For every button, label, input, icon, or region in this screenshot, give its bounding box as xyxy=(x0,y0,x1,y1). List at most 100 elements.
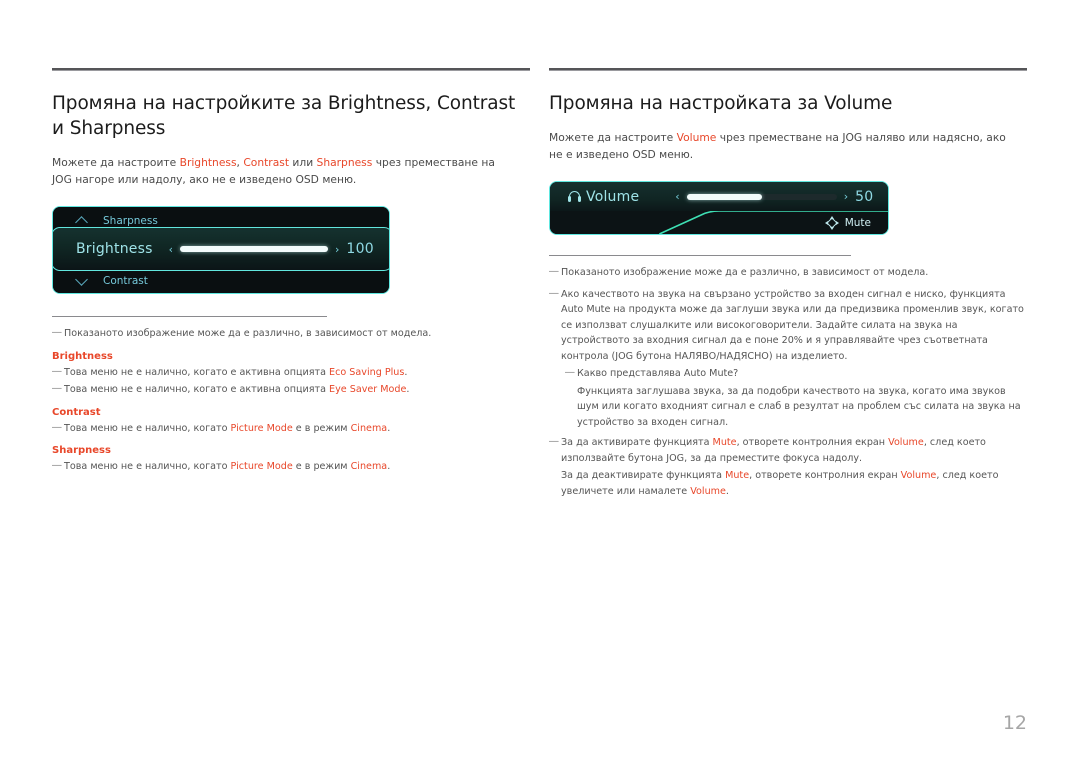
note-dash-icon: ― xyxy=(549,436,559,447)
osd-row-volume[interactable]: Volume ‹ › 50 xyxy=(550,182,888,211)
note-text-post: . xyxy=(406,384,410,395)
chevron-down-icon xyxy=(75,274,89,288)
volume-slider[interactable]: ‹ › 50 xyxy=(675,189,873,205)
note-text-pre: Това меню не е налично, когато xyxy=(64,422,231,434)
note-text-g: . xyxy=(725,485,729,497)
note-text-post: . xyxy=(387,422,391,434)
right-note-1-text: Показаното изображение може да е различн… xyxy=(561,267,929,278)
right-page-title: Промяна на настройката за Volume xyxy=(549,93,893,114)
osd-brightness-widget: Sharpness Contrast Brightness ‹ › 100 xyxy=(52,206,390,294)
volume-slider-track[interactable] xyxy=(686,193,837,200)
slider-right-arrow-icon[interactable]: › xyxy=(335,244,339,255)
keyword-eco-saving-plus: Eco Saving Plus xyxy=(329,366,405,378)
note-text-pre: Това меню не е налично, когато е активна… xyxy=(64,384,330,395)
osd-row-brightness-label: Brightness xyxy=(76,241,153,257)
page-number: 12 xyxy=(1002,712,1027,734)
note-dash-icon: ― xyxy=(52,383,62,394)
left-column: Промяна на настройките за Brightness, Co… xyxy=(52,68,530,477)
note-dash-icon: ― xyxy=(52,460,62,471)
keyword-mute: Mute xyxy=(712,437,737,448)
slider-right-arrow-icon[interactable]: › xyxy=(844,191,848,202)
left-notes-divider xyxy=(52,316,327,317)
note-dash-icon: ― xyxy=(549,287,559,299)
brightness-slider-fill xyxy=(179,246,328,252)
note-text-post: . xyxy=(387,461,391,472)
note-text-b: , отворете контролния екран xyxy=(736,437,889,448)
note-text-pre: Това меню не е налично, когато xyxy=(64,461,231,472)
keyword-eye-saver-mode: Eye Saver Mode xyxy=(329,384,407,395)
keyword-contrast: Contrast xyxy=(243,156,290,169)
brightness-slider[interactable]: ‹ › 100 xyxy=(169,241,374,257)
right-note-2-sub-body-text: Функцията заглушава звука, за да подобри… xyxy=(577,385,1021,428)
left-note-section-title-contrast: Contrast xyxy=(52,406,101,418)
left-note-general: ― Показаното изображение може да е разли… xyxy=(52,326,530,342)
slider-left-arrow-icon[interactable]: ‹ xyxy=(675,191,679,202)
brightness-slider-track[interactable] xyxy=(179,246,328,252)
left-note-brightness-2: ― Това меню не е налично, когато е актив… xyxy=(52,382,530,398)
osd-volume-widget: Volume ‹ › 50 Mute xyxy=(549,181,889,235)
right-note-3: ― За да активирате функцията Mute, отвор… xyxy=(549,435,1027,466)
chevron-up-icon xyxy=(75,214,89,228)
note-dash-icon: ― xyxy=(52,327,62,338)
right-note-1: ― Показаното изображение може да е разли… xyxy=(549,265,1027,281)
note-text-pre: Това меню не е налично, когато е активна… xyxy=(64,366,330,378)
note-text-a: За да активирате функцията xyxy=(561,437,713,448)
note-text-post: . xyxy=(404,366,408,378)
right-note-2: ― Ако качеството на звука на свързано ус… xyxy=(549,287,1027,365)
right-intro-paragraph: Можете да настроите Volume чрез преместв… xyxy=(549,129,1009,163)
osd-row-contrast[interactable]: Contrast xyxy=(53,267,389,293)
volume-slider-fill xyxy=(686,193,762,200)
left-page-title: Промяна на настройките за Brightness, Co… xyxy=(52,93,516,139)
osd-row-contrast-label: Contrast xyxy=(103,275,148,287)
right-note-2-sub-text: Какво представлява Auto Mute? xyxy=(577,368,739,379)
right-note-4: За да деактивирате функцията Mute, отвор… xyxy=(549,468,1027,499)
headphone-icon xyxy=(567,190,582,203)
note-text-mid: е в режим xyxy=(292,422,351,434)
left-note-contrast-1: ― Това меню не е налично, когато Picture… xyxy=(52,421,530,437)
left-note-sharpness-1: ― Това меню не е налично, когато Picture… xyxy=(52,459,530,475)
osd-row-sharpness-label: Sharpness xyxy=(103,215,158,227)
osd-row-brightness-selected[interactable]: Brightness ‹ › 100 xyxy=(53,227,389,271)
osd-row-volume-label: Volume xyxy=(586,188,640,205)
left-note-general-text: Показаното изображение може да е различн… xyxy=(64,328,432,339)
keyword-picture-mode: Picture Mode xyxy=(230,461,293,472)
right-notes: ― Показаното изображение може да е разли… xyxy=(549,255,1027,499)
left-note-section-title-brightness: Brightness xyxy=(52,350,113,362)
brightness-value: 100 xyxy=(346,241,375,257)
slider-left-arrow-icon[interactable]: ‹ xyxy=(169,244,173,255)
intro-text-3: или xyxy=(289,156,317,169)
left-column-top-rule xyxy=(52,68,530,71)
right-column-top-rule xyxy=(549,68,1027,71)
keyword-cinema: Cinema xyxy=(350,422,388,434)
keyword-picture-mode: Picture Mode xyxy=(230,422,293,434)
intro-text-1: Можете да настроите xyxy=(549,131,677,144)
left-note-brightness-1: ― Това меню не е налично, когато е актив… xyxy=(52,365,530,381)
osd-row-mute[interactable]: Mute xyxy=(550,211,888,234)
keyword-cinema: Cinema xyxy=(350,461,388,472)
keyword-volume: Volume xyxy=(900,470,937,481)
keyword-sharpness: Sharpness xyxy=(316,156,373,169)
note-text-e: , отворете контролния екран xyxy=(749,470,901,481)
keyword-volume: Volume xyxy=(888,437,924,448)
note-dash-icon: ― xyxy=(549,266,559,277)
right-note-2-text: Ако качеството на звука на свързано устр… xyxy=(561,288,1024,362)
note-text-d: За да деактивирате функцията xyxy=(561,470,726,481)
osd-row-mute-label: Mute xyxy=(844,216,871,229)
keyword-volume: Volume xyxy=(690,485,726,497)
note-dash-icon: ― xyxy=(52,421,62,433)
right-note-2-sub-body: Функцията заглушава звука, за да подобри… xyxy=(549,384,1027,431)
note-text-mid: е в режим xyxy=(292,461,351,472)
left-note-section-title-sharpness: Sharpness xyxy=(52,445,111,456)
document-page: Промяна на настройките за Brightness, Co… xyxy=(0,0,1080,763)
left-notes: ― Показаното изображение може да е разли… xyxy=(52,316,530,475)
note-dash-icon: ― xyxy=(565,367,575,378)
keyword-brightness: Brightness xyxy=(179,156,237,169)
dpad-icon xyxy=(825,215,840,230)
right-column: Промяна на настройката за Volume Можете … xyxy=(549,68,1027,501)
volume-value: 50 xyxy=(855,188,874,205)
keyword-mute: Mute xyxy=(725,470,750,481)
left-intro-paragraph: Можете да настроите Brightness, Contrast… xyxy=(52,154,512,188)
right-notes-divider xyxy=(549,255,851,256)
note-dash-icon: ― xyxy=(52,365,62,377)
keyword-volume: Volume xyxy=(676,131,717,144)
